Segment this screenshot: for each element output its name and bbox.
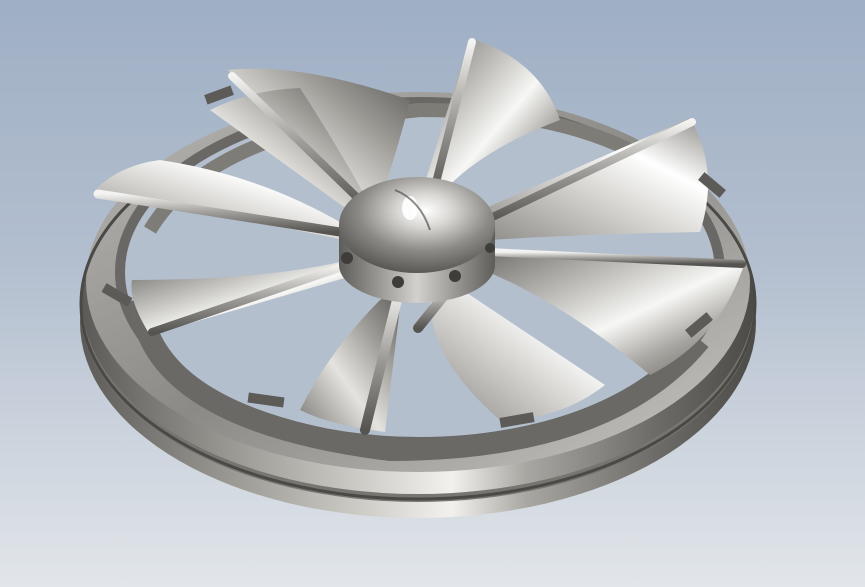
impeller-3d-model[interactable]	[0, 0, 865, 587]
center-hub	[339, 177, 495, 303]
cad-viewport[interactable]	[0, 0, 865, 587]
